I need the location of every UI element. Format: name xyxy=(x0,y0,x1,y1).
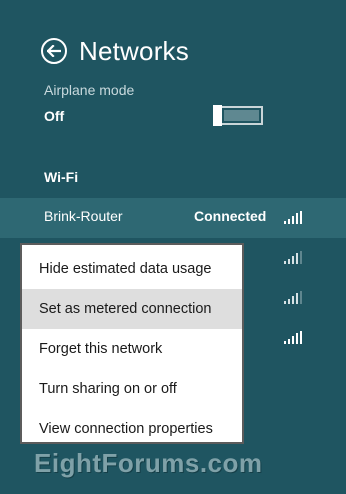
network-name: Brink-Router xyxy=(44,208,123,224)
wifi-signal-icon[interactable] xyxy=(284,251,302,264)
airplane-mode-toggle[interactable] xyxy=(213,105,263,126)
wifi-signal-icon[interactable] xyxy=(284,331,302,344)
menu-item-turn-sharing[interactable]: Turn sharing on or off xyxy=(22,369,242,409)
menu-item-set-metered[interactable]: Set as metered connection xyxy=(22,289,242,329)
airplane-mode-label: Airplane mode xyxy=(44,82,135,98)
networks-header: Networks xyxy=(41,34,189,68)
wifi-signal-icon[interactable] xyxy=(284,291,302,304)
page-title: Networks xyxy=(79,35,189,66)
toggle-track xyxy=(224,110,259,121)
airplane-mode-state: Off xyxy=(44,108,65,124)
watermark: EightForums.com xyxy=(34,448,263,478)
network-item-brink-router[interactable]: Brink-Router Connected xyxy=(0,198,346,238)
wifi-section-label: Wi-Fi xyxy=(44,169,79,185)
toggle-thumb xyxy=(213,105,222,126)
menu-item-hide-data-usage[interactable]: Hide estimated data usage xyxy=(22,249,242,289)
menu-item-connection-properties[interactable]: View connection properties xyxy=(22,409,242,449)
wifi-signal-icon xyxy=(284,211,302,224)
network-status: Connected xyxy=(194,208,267,224)
menu-item-forget-network[interactable]: Forget this network xyxy=(22,329,242,369)
back-arrow-icon[interactable] xyxy=(41,38,67,64)
network-context-menu: Hide estimated data usage Set as metered… xyxy=(20,243,244,444)
